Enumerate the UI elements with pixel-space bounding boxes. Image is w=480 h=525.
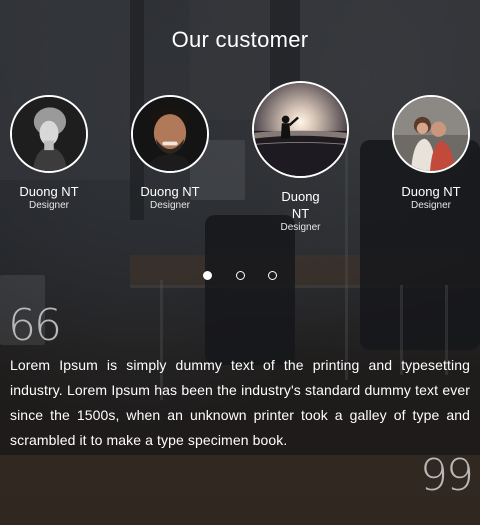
open-quote-icon: 66 (8, 300, 62, 351)
customer-name: Duong NT (19, 184, 79, 199)
customer-role: Designer (28, 200, 70, 211)
customer-avatar[interactable] (392, 95, 470, 173)
couple-portrait-icon (394, 97, 468, 171)
customer-card-active[interactable]: Duong NT Designer (252, 81, 349, 234)
testimonial-text: Lorem Ipsum is simply dummy text of the … (10, 357, 470, 448)
child-in-sea-sunset-icon (254, 83, 347, 176)
customer-avatar[interactable] (252, 81, 349, 178)
close-quote-icon: 99 (420, 450, 474, 501)
customer-avatar[interactable] (131, 95, 209, 173)
customer-name: Duong NT (401, 184, 461, 199)
customer-name: Duong NT (281, 189, 320, 221)
customer-card[interactable]: Duong NT Designer (391, 95, 471, 212)
customer-role: Designer (280, 222, 321, 233)
customer-role: Designer (149, 200, 191, 211)
woman-portrait-icon (12, 97, 86, 171)
pager-dot-2[interactable] (236, 271, 245, 280)
customer-role: Designer (410, 200, 452, 211)
customer-card[interactable]: Duong NT Designer (9, 95, 89, 212)
section-title: Our customer (171, 27, 309, 52)
pager-dot-3[interactable] (268, 271, 277, 280)
smiling-man-portrait-icon (133, 97, 207, 171)
customer-card[interactable]: Duong NT Designer (130, 95, 210, 212)
customer-avatar[interactable] (10, 95, 88, 173)
carousel-pager (0, 271, 480, 283)
pager-dot-1[interactable] (203, 271, 212, 280)
customer-name: Duong NT (140, 184, 200, 199)
